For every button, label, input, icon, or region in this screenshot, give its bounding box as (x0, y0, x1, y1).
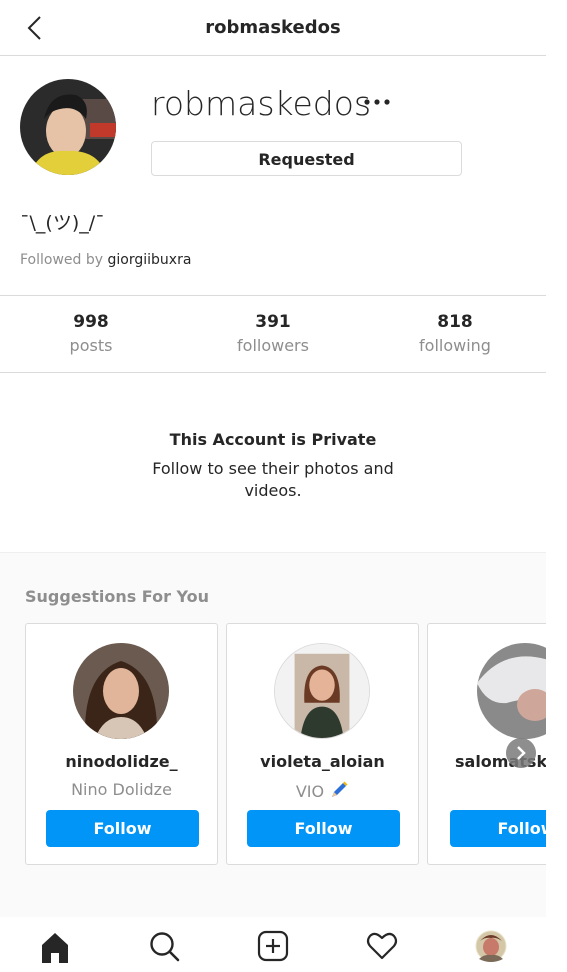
page-title: robmaskedos (205, 17, 341, 38)
search-icon[interactable] (147, 929, 181, 963)
private-account-text: Follow to see their photos and videos. (152, 459, 394, 500)
followed-by-text: Followed by giorgiibuxra (20, 252, 191, 268)
activity-heart-icon[interactable] (365, 929, 399, 963)
followed-by-prefix: Followed by (20, 252, 104, 268)
suggestion-card: violeta_aloian VIO Follow (226, 623, 419, 865)
suggestions-section: Suggestions For You ninodolidze_ Nino Do… (0, 552, 546, 918)
stat-following[interactable]: 818 following (380, 312, 530, 355)
stat-following-label: following (419, 336, 491, 355)
suggestion-avatar[interactable] (477, 643, 546, 739)
follow-button[interactable]: Follow (46, 810, 199, 847)
suggestion-avatar[interactable] (274, 643, 370, 739)
suggestions-title: Suggestions For You (25, 587, 210, 606)
private-account-title: This Account is Private (169, 430, 377, 449)
stat-posts: 998 posts (16, 312, 166, 355)
follow-button[interactable]: Follow (247, 810, 400, 847)
home-icon[interactable] (38, 929, 72, 963)
stat-following-value: 818 (437, 312, 473, 332)
more-options-icon[interactable] (363, 99, 393, 105)
suggestion-card: ninodolidze_ Nino Dolidze Follow (25, 623, 218, 865)
profile-avatar[interactable] (474, 929, 508, 963)
profile-username: robmaskedos (151, 84, 372, 123)
followed-by-user-link[interactable]: giorgiibuxra (108, 252, 192, 268)
bottom-nav (0, 917, 546, 972)
profile-avatar[interactable] (20, 79, 116, 175)
stat-followers[interactable]: 391 followers (198, 312, 348, 355)
profile-screen: robmaskedos robmaskedos Requested ¯\_(ツ)… (0, 0, 546, 972)
profile-bio: ¯\_(ツ)_/¯ (20, 212, 105, 234)
new-post-icon[interactable] (256, 929, 290, 963)
suggestion-fullname: Nino Dolidze (71, 780, 172, 799)
stat-followers-label: followers (237, 336, 309, 355)
stat-followers-value: 391 (255, 312, 291, 332)
follow-button[interactable]: Follow (450, 810, 546, 847)
suggestion-avatar[interactable] (73, 643, 169, 739)
top-bar: robmaskedos (0, 0, 546, 56)
pencil-emoji-icon (332, 781, 348, 797)
requested-button[interactable]: Requested (151, 141, 462, 176)
suggestion-fullname: VIO (227, 780, 418, 801)
suggestion-username[interactable]: ninodolidze_ (26, 752, 217, 771)
suggestion-fullname-text: VIO (295, 782, 325, 801)
suggestion-username[interactable]: violeta_aloian (227, 752, 418, 771)
stat-posts-value: 998 (73, 312, 109, 332)
next-arrow-icon[interactable] (506, 738, 536, 768)
profile-stats: 998 posts 391 followers 818 following (0, 295, 546, 373)
stat-posts-label: posts (69, 336, 113, 355)
